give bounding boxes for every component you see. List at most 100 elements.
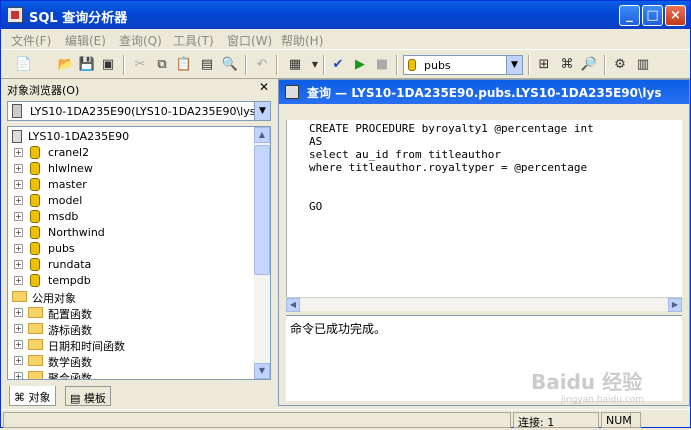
menu-help[interactable]: 帮助(H) — [281, 32, 323, 49]
server-select[interactable]: LYS10-1DA235E90(LYS10-1DA235E90\lys) ▼ — [7, 101, 271, 121]
scroll-thumb[interactable] — [254, 145, 270, 275]
tree-item-label: LYS10-1DA235E90 — [28, 130, 130, 143]
find-icon[interactable]: 🔍 — [221, 56, 239, 74]
database-icon — [30, 146, 40, 159]
tree-item-label: 配置函数 — [48, 308, 92, 321]
expand-icon[interactable]: + — [14, 228, 23, 237]
object-browser-title: 对象浏览器(O) — [7, 84, 80, 97]
minimize-button[interactable]: _ — [619, 5, 640, 26]
query-window-title: 查询 — LYS10-1DA235E90.pubs.LYS10-1DA235E9… — [307, 86, 662, 100]
query-window-titlebar: 查询 — LYS10-1DA235E90.pubs.LYS10-1DA235E9… — [279, 80, 689, 104]
status-connections: 连接: 1 — [513, 412, 599, 429]
cut-icon[interactable]: ✂ — [131, 56, 149, 74]
server-icon — [12, 104, 22, 118]
sql-editor[interactable]: CREATE PROCEDURE byroyalty1 @percentage … — [286, 120, 682, 298]
database-icon — [30, 258, 40, 271]
load-script-icon[interactable]: ▣ — [99, 56, 117, 74]
menu-query[interactable]: 查询(Q) — [119, 32, 162, 49]
expand-icon[interactable]: + — [14, 372, 23, 379]
watermark-text: Baidu 经验 — [531, 370, 643, 394]
maximize-button[interactable]: □ — [642, 5, 663, 26]
show-results-pane-icon[interactable]: ▥ — [634, 56, 652, 74]
app-icon[interactable] — [7, 7, 23, 23]
expand-icon[interactable]: + — [14, 180, 23, 189]
parse-icon[interactable]: ✔ — [329, 56, 347, 74]
tree-item-label: 游标函数 — [48, 324, 92, 337]
expand-icon[interactable]: + — [14, 260, 23, 269]
chevron-down-icon[interactable]: ▼ — [254, 102, 270, 120]
toolbar-separator — [604, 55, 606, 75]
save-icon[interactable]: 💾 — [78, 56, 96, 74]
copy-icon[interactable]: ⧉ — [153, 56, 171, 74]
expand-icon[interactable]: + — [14, 148, 23, 157]
expand-icon[interactable]: + — [14, 212, 23, 221]
toolbar: 📄 📂 💾 ▣ ✂ ⧉ 📋 ▤ 🔍 ↶ ▦ ▼ ✔ ▶ ■ pubs ▼ ⊞ ⌘… — [1, 49, 690, 79]
toolbar-separator — [396, 55, 398, 75]
folder-icon — [28, 355, 43, 366]
scroll-right-icon[interactable]: ▶ — [668, 298, 682, 312]
tab-label: 对象 — [28, 391, 51, 404]
close-button[interactable]: × — [665, 5, 686, 26]
query-analyzer-window: SQL 查询分析器 _ □ × 文件(F) 编辑(E) 查询(Q) 工具(T) … — [0, 0, 691, 429]
cancel-icon[interactable]: ■ — [373, 56, 391, 74]
editor-hscrollbar[interactable]: ◀ ▶ — [286, 297, 682, 312]
expand-icon[interactable]: + — [14, 324, 23, 333]
expand-icon[interactable]: + — [14, 196, 23, 205]
close-icon[interactable]: ✕ — [257, 80, 271, 94]
object-search-icon[interactable]: 🔎 — [580, 56, 598, 74]
scroll-left-icon[interactable]: ◀ — [286, 298, 300, 312]
clear-window-icon[interactable]: ▤ — [198, 56, 216, 74]
chevron-down-icon[interactable]: ▼ — [306, 56, 324, 74]
tree-item-label: tempdb — [48, 274, 91, 287]
status-bar: 连接: 1 NUM — [1, 409, 690, 429]
expand-icon[interactable]: + — [14, 244, 23, 253]
scroll-up-icon[interactable]: ▲ — [254, 127, 270, 143]
database-select[interactable]: pubs ▼ — [403, 55, 523, 75]
expand-icon[interactable]: + — [14, 340, 23, 349]
estimated-plan-icon[interactable]: ⊞ — [535, 56, 553, 74]
expand-icon[interactable]: + — [14, 356, 23, 365]
tree-item-label: 日期和时间函数 — [48, 340, 125, 353]
database-icon — [30, 178, 40, 191]
current-connection-icon[interactable]: ⚙ — [611, 56, 629, 74]
folder-icon — [28, 371, 43, 379]
object-browser-header: 对象浏览器(O) ✕ — [4, 79, 273, 97]
menu-tools[interactable]: 工具(T) — [173, 32, 214, 49]
undo-icon[interactable]: ↶ — [253, 56, 271, 74]
execute-icon[interactable]: ▶ — [351, 56, 369, 74]
toolbar-separator — [276, 55, 278, 75]
code-line: AS — [309, 135, 323, 148]
templates-tab-icon: ▤ — [70, 392, 81, 405]
server-icon — [12, 130, 22, 143]
status-main — [3, 412, 511, 428]
results-grid-icon[interactable]: ▦ — [286, 56, 304, 74]
open-icon[interactable]: 📂 — [57, 56, 75, 74]
menu-window[interactable]: 窗口(W) — [227, 32, 272, 49]
object-browser: 对象浏览器(O) ✕ LYS10-1DA235E90(LYS10-1DA235E… — [4, 79, 273, 406]
expand-icon[interactable]: + — [14, 276, 23, 285]
code-line: select au_id from titleauthor — [309, 148, 502, 161]
database-select-value: pubs — [424, 59, 451, 72]
paste-icon[interactable]: 📋 — [175, 56, 193, 74]
toolbar-separator — [528, 55, 530, 75]
toolbar-separator — [123, 55, 125, 75]
tree-item-label: cranel2 — [48, 146, 90, 159]
watermark-sub: jingyan.baidu.com — [561, 395, 645, 405]
database-icon — [30, 274, 40, 287]
tab-templates[interactable]: ▤ 模板 — [65, 386, 111, 406]
tab-objects[interactable]: ⌘ 对象 — [9, 386, 56, 406]
expand-icon[interactable]: + — [14, 308, 23, 317]
code-line: GO — [309, 200, 323, 213]
tree-item-label: rundata — [48, 258, 92, 271]
database-icon — [30, 226, 40, 239]
expand-icon[interactable]: + — [14, 164, 23, 173]
tree-scrollbar[interactable]: ▲ ▼ — [254, 127, 270, 379]
new-query-icon[interactable]: 📄 — [15, 56, 33, 74]
folder-icon — [12, 291, 27, 302]
status-num: NUM — [601, 412, 641, 428]
menu-file[interactable]: 文件(F) — [11, 32, 51, 49]
menu-edit[interactable]: 编辑(E) — [65, 32, 106, 49]
scroll-down-icon[interactable]: ▼ — [254, 363, 270, 379]
chevron-down-icon[interactable]: ▼ — [506, 56, 522, 74]
object-browser-icon[interactable]: ⌘ — [558, 56, 576, 74]
